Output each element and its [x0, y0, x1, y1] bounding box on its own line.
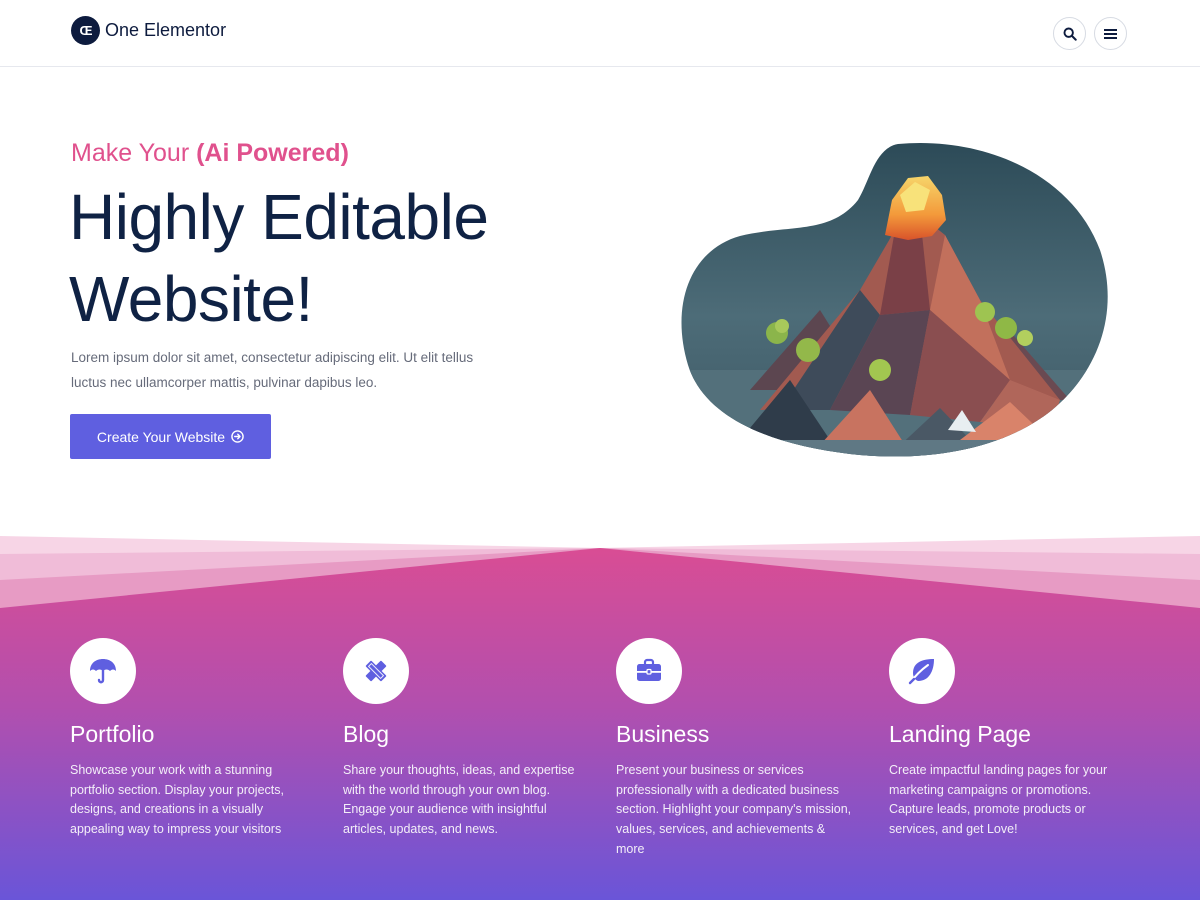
headline-line-1: Highly Editable: [69, 181, 489, 253]
feature-icon-circle: [889, 638, 955, 704]
feature-title: Landing Page: [889, 721, 1031, 747]
arrow-circle-right-icon: [231, 430, 244, 443]
feature-icon-circle: [343, 638, 409, 704]
logo-text: One Elementor: [105, 20, 227, 40]
logo-mark: Œ: [71, 16, 100, 45]
site-logo[interactable]: Œ One Elementor: [71, 16, 226, 45]
cta-label: Create Your Website: [96, 428, 226, 445]
search-icon: [1063, 27, 1077, 41]
feature-business: Business Present your business or servic…: [616, 638, 856, 860]
hero-eyebrow: Make Your (Ai Powered): [71, 139, 349, 168]
feature-blog: Blog Share your thoughts, ideas, and exp…: [343, 638, 583, 840]
headline-line-2: Website!: [69, 263, 313, 335]
search-button[interactable]: [1053, 17, 1086, 50]
feature-title: Business: [616, 721, 710, 747]
eyebrow-highlight: (Ai Powered): [196, 139, 349, 167]
hamburger-menu-icon: [1104, 28, 1117, 39]
feature-title: Blog: [343, 721, 390, 747]
briefcase-icon: [637, 658, 661, 681]
hero-volcano-image: [681, 142, 1108, 457]
feature-description: Present your business or services profes…: [616, 763, 852, 856]
feature-description: Create impactful landing pages for your …: [889, 763, 1108, 837]
feature-portfolio: Portfolio Showcase your work with a stun…: [70, 638, 310, 840]
site-header: Œ One Elementor: [0, 0, 1200, 67]
feature-title: Portfolio: [70, 721, 155, 747]
umbrella-icon: [90, 659, 116, 684]
menu-button[interactable]: [1094, 17, 1127, 50]
feature-icon-circle: [616, 638, 682, 704]
hero-description: Lorem ipsum dolor sit amet, consectetur …: [71, 350, 474, 390]
hero-headline: Highly Editable Website!: [69, 176, 489, 340]
feature-icon-circle: [70, 638, 136, 704]
leaf-icon: [908, 659, 934, 685]
pencil-ruler-icon: [365, 660, 387, 682]
create-website-button[interactable]: Create Your Website: [70, 414, 271, 459]
feature-landing-page: Landing Page Create impactful landing pa…: [889, 638, 1129, 840]
eyebrow-plain: Make Your: [71, 139, 197, 167]
feature-description: Showcase your work with a stunning portf…: [70, 763, 284, 837]
feature-description: Share your thoughts, ideas, and expertis…: [343, 763, 575, 837]
